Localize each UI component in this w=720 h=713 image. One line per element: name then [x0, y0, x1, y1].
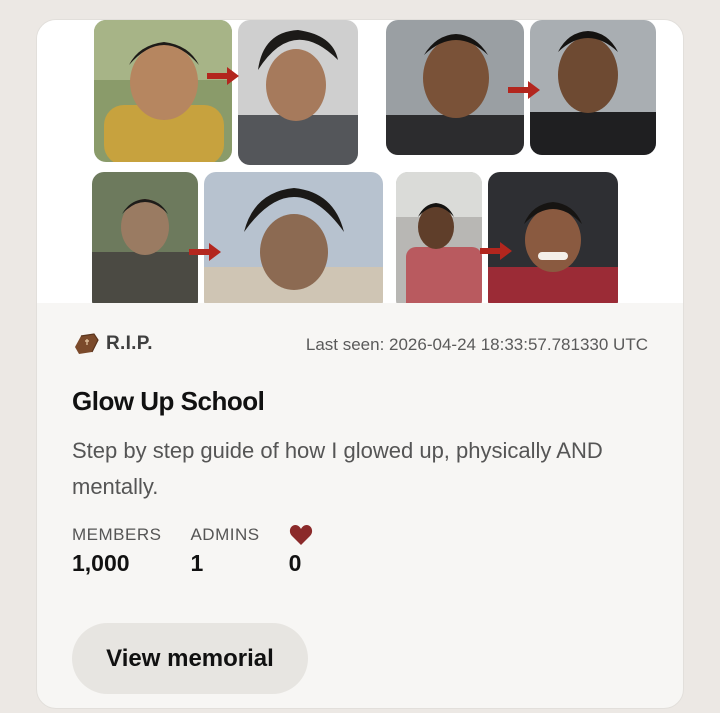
likes-count: 0 [288, 550, 302, 576]
before-photo-1 [94, 20, 232, 162]
members-label: MEMBERS [72, 525, 162, 544]
heart-icon [289, 525, 312, 545]
status-label: R.I.P. [106, 333, 153, 354]
admins-stat: ADMINS 1 [190, 524, 259, 577]
red-arrow-icon [480, 242, 512, 260]
red-arrow-icon [207, 67, 239, 85]
glow-up-collage [37, 20, 683, 303]
before-photo-4 [396, 172, 482, 303]
before-photo-3 [92, 172, 198, 303]
admins-label: ADMINS [190, 525, 260, 544]
group-description: Step by step guide of how I glowed up, p… [72, 438, 603, 499]
after-photo-3 [204, 172, 383, 303]
last-seen-text: Last seen: 2026-04-24 18:33:57.781330 UT… [305, 335, 648, 354]
likes-stat: 0 [289, 524, 313, 577]
view-memorial-button[interactable]: View memorial [72, 623, 308, 694]
members-count: 1,000 [72, 550, 130, 576]
members-stat: MEMBERS 1,000 [72, 524, 161, 577]
admins-count: 1 [190, 550, 204, 576]
stats-row: MEMBERS 1,000 ADMINS 1 0 [72, 524, 342, 577]
memorial-card: R.I.P. Last seen: 2026-04-24 18:33:57.78… [36, 19, 684, 709]
coffin-icon [75, 333, 99, 354]
red-arrow-icon [189, 243, 221, 261]
after-photo-2 [530, 20, 656, 155]
red-arrow-icon [508, 81, 540, 99]
status-badge: R.I.P. [72, 333, 153, 355]
group-title: Glow Up School [72, 386, 265, 416]
before-photo-2 [386, 20, 524, 155]
after-photo-4 [488, 172, 618, 303]
status-row: R.I.P. Last seen: 2026-04-24 18:33:57.78… [72, 333, 648, 359]
after-photo-1 [238, 20, 358, 165]
